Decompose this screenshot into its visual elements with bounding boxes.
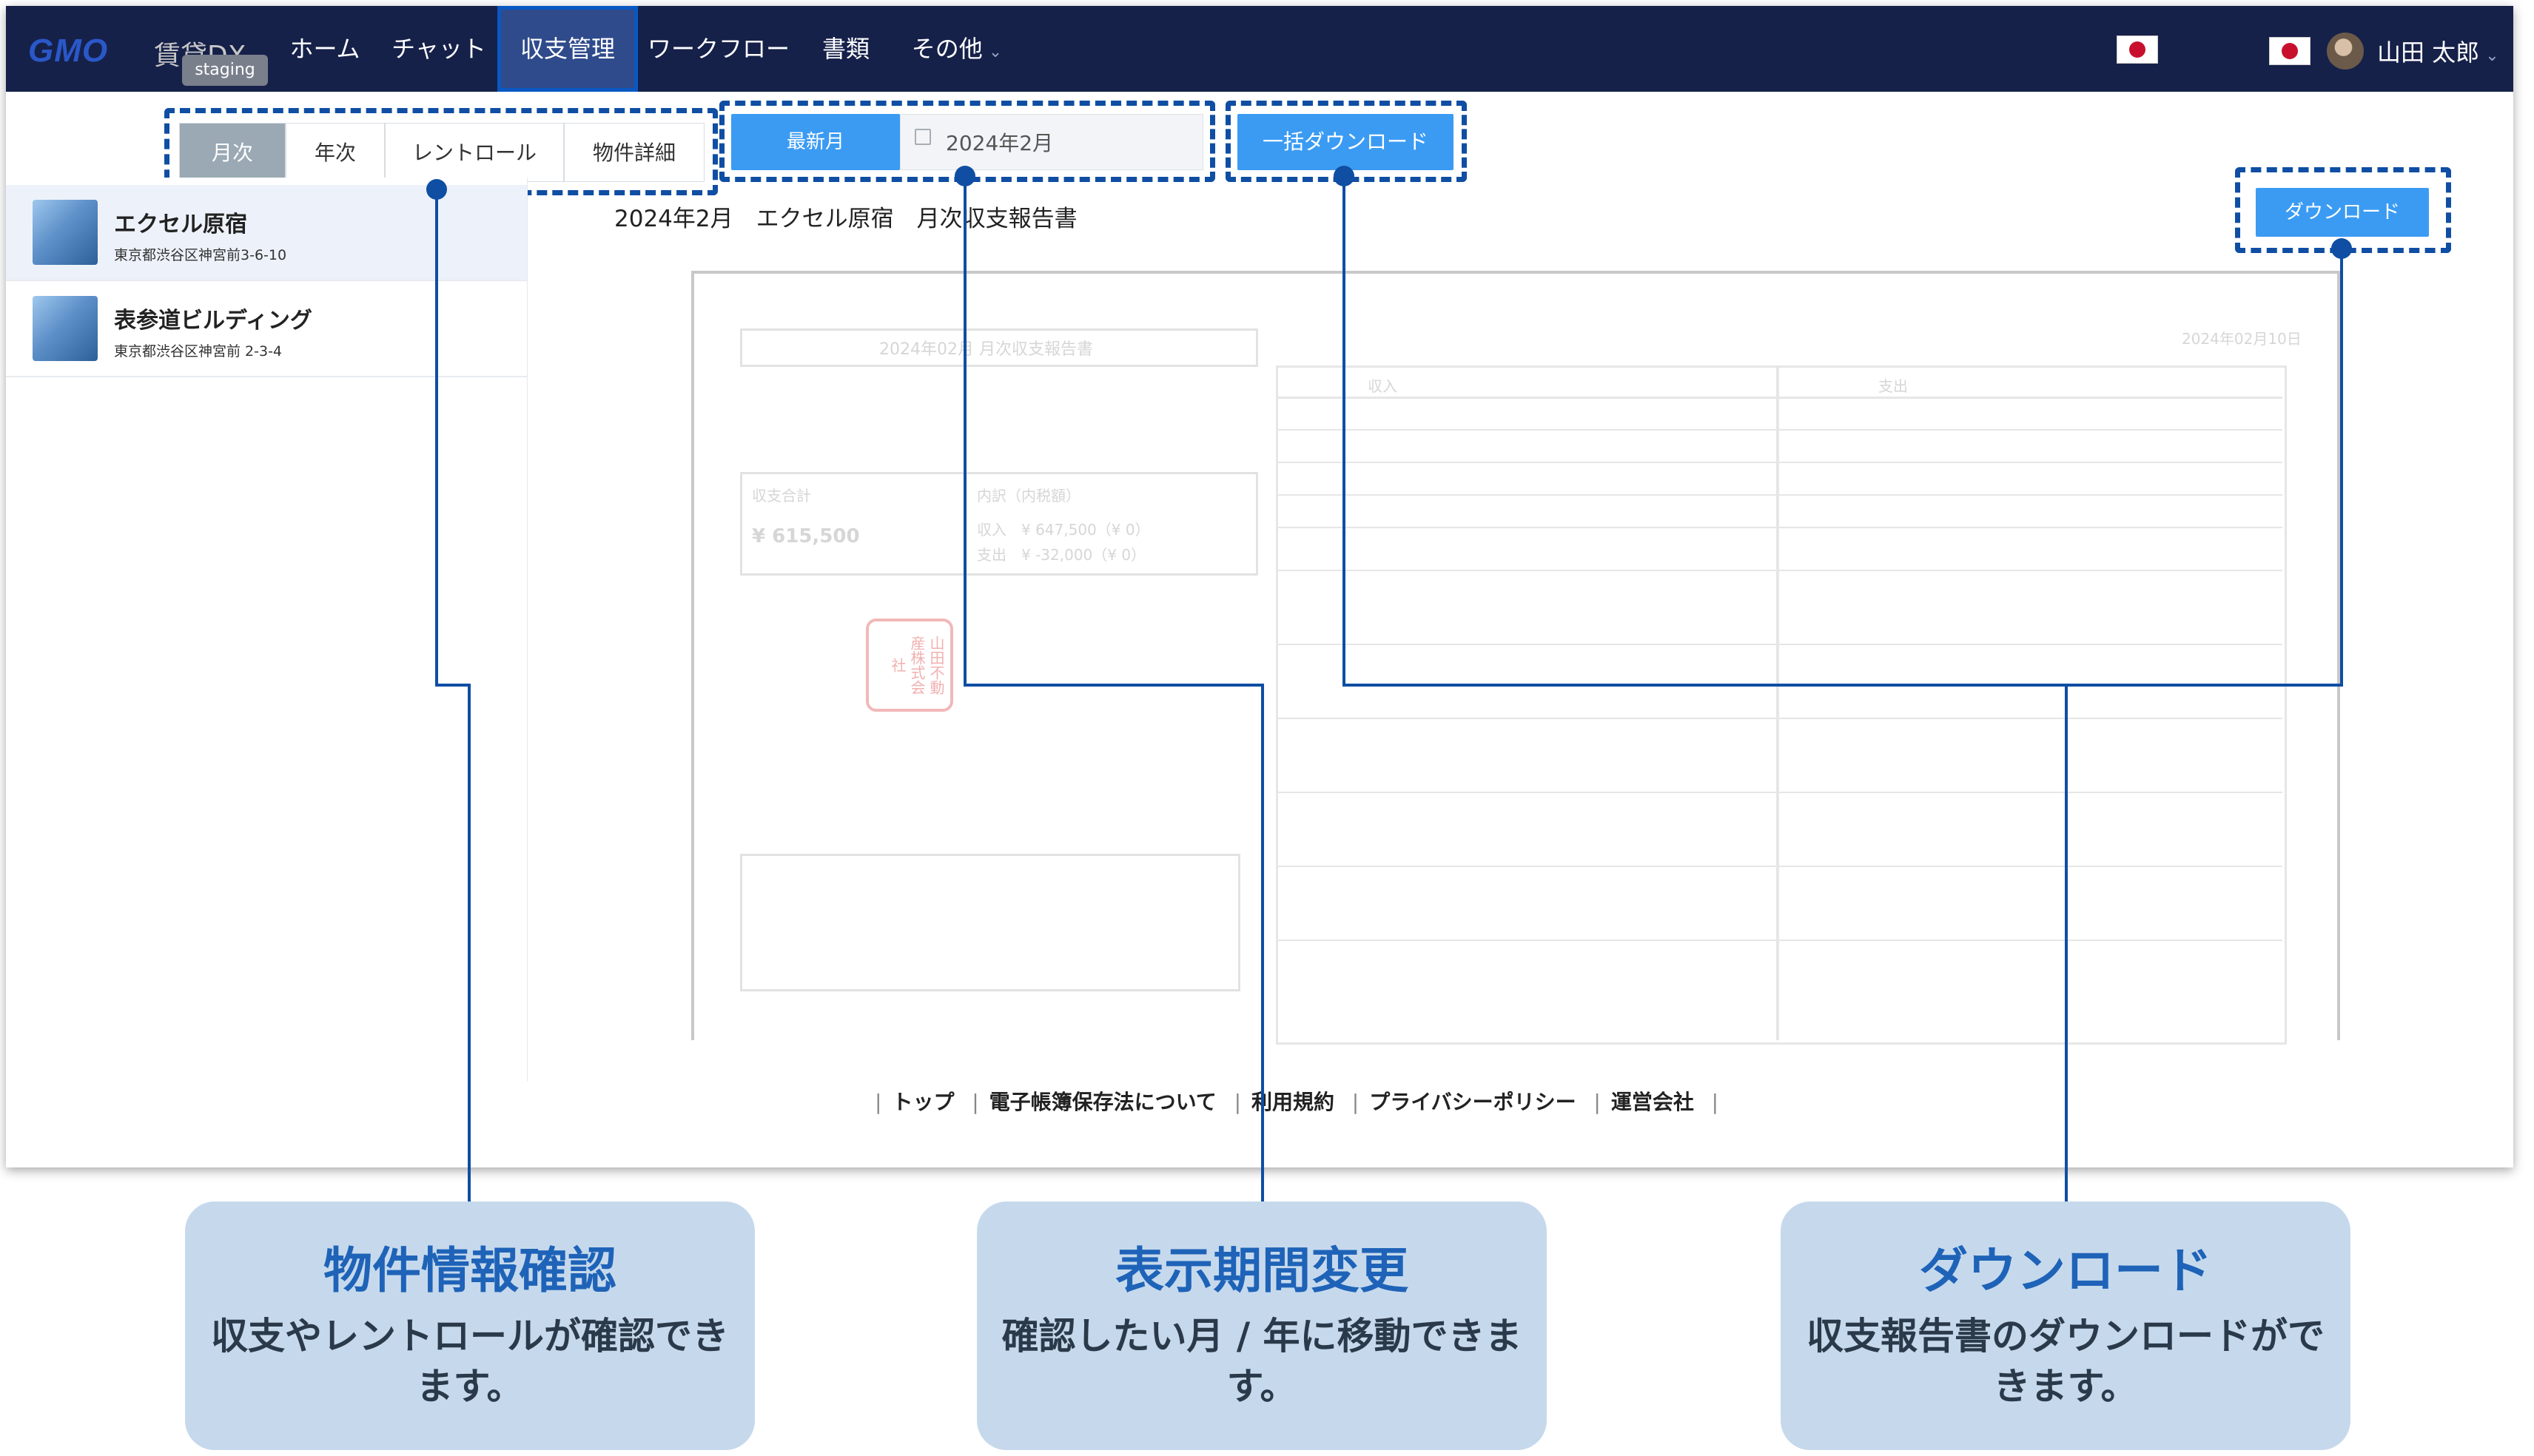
connector-line: [964, 176, 967, 687]
property-address: 東京都渋谷区神宮前3-6-10: [114, 247, 287, 263]
footer-link-top[interactable]: トップ: [892, 1090, 954, 1114]
seal-stamp: 山田不動産株式会社: [866, 619, 953, 712]
footer-link-ebook-law[interactable]: 電子帳簿保存法について: [989, 1090, 1217, 1114]
doc-total-value: ¥ 615,500: [752, 525, 860, 547]
connector-line: [2340, 249, 2343, 687]
doc-table-rule: [1276, 397, 2282, 399]
connector-line: [964, 684, 1264, 687]
connector-line: [435, 189, 438, 685]
footer-links: | トップ | 電子帳簿保存法について | 利用規約 | プライバシーポリシー | 運営会…: [875, 1090, 1719, 1114]
connector-line: [1261, 684, 1264, 1201]
callout-title: 物件情報確認: [323, 1242, 616, 1299]
connector-line: [2068, 684, 2343, 687]
nav-home[interactable]: ホーム: [278, 6, 372, 92]
doc-table-rule: [1276, 429, 2282, 431]
connector-line: [1342, 176, 1345, 687]
logo[interactable]: GMO: [28, 33, 108, 70]
doc-table-rule: [1276, 866, 2282, 867]
doc-income: 収入 ¥ 647,500（¥ 0）: [977, 521, 1150, 539]
doc-heading: 2024年02月 月次収支報告書: [879, 340, 1093, 359]
list-item[interactable]: エクセル原宿 東京都渋谷区神宮前3-6-10: [6, 185, 527, 281]
connector-line: [435, 684, 471, 687]
doc-table-rule: [1276, 718, 2282, 719]
callout-title: 表示期間変更: [1115, 1242, 1408, 1299]
connector-line: [468, 684, 471, 1201]
doc-table-rule: [1276, 792, 2282, 793]
connector-line: [2065, 684, 2068, 1201]
callout-period-change: 表示期間変更 確認したい月 / 年に移動できます。: [977, 1201, 1547, 1450]
callout-property-info: 物件情報確認 収支やレントロールが確認できます。: [185, 1201, 755, 1450]
doc-expense-header: 支出: [1878, 377, 1908, 395]
nav-workflow[interactable]: ワークフロー: [641, 6, 796, 92]
footer-link-privacy[interactable]: プライバシーポリシー: [1369, 1090, 1576, 1114]
report-title: 2024年2月 エクセル原宿 月次収支報告書: [614, 206, 1078, 232]
callout-body: 収支やレントロールが確認できます。: [211, 1315, 729, 1408]
doc-income-header: 収入: [1368, 377, 1397, 395]
list-item[interactable]: 表参道ビルディング 東京都渋谷区神宮前 2-3-4: [6, 281, 527, 377]
nav-more[interactable]: その他 ⌄: [894, 6, 1020, 92]
nav-chat[interactable]: チャット: [383, 6, 494, 92]
doc-date: 2024年02月10日: [2182, 330, 2302, 348]
language-flag-icon[interactable]: [2117, 36, 2158, 64]
callout-body: 収支報告書のダウンロードができます。: [1807, 1315, 2325, 1408]
connector-line: [1342, 684, 2068, 687]
callout-body: 確認したい月 / 年に移動できます。: [1001, 1315, 1522, 1408]
flag-icon[interactable]: [2269, 37, 2310, 65]
callout-title: ダウンロード: [1919, 1242, 2212, 1299]
avatar[interactable]: [2327, 33, 2364, 70]
doc-table: [1276, 365, 2287, 1045]
nav-documents[interactable]: 書類: [805, 6, 887, 92]
chevron-down-icon: ⌄: [2485, 47, 2499, 65]
property-name: エクセル原宿: [114, 212, 247, 237]
doc-table-rule: [1276, 940, 2282, 941]
env-badge: staging: [182, 55, 268, 86]
nav-more-label: その他: [911, 35, 983, 63]
doc-table-rule: [1276, 527, 2282, 528]
doc-breakdown-label: 内訳（内税額）: [977, 487, 1081, 505]
doc-table-rule: [1276, 644, 2282, 645]
chevron-down-icon: ⌄: [988, 43, 1003, 61]
user-menu[interactable]: 山田 太郎 ⌄: [2377, 34, 2499, 68]
property-address: 東京都渋谷区神宮前 2-3-4: [114, 343, 283, 360]
doc-table-rule: [1276, 570, 2282, 571]
callout-download: ダウンロード 収支報告書のダウンロードができます。: [1781, 1201, 2350, 1450]
doc-table-rule: [1276, 494, 2282, 496]
doc-table-divider: [1776, 365, 1779, 1040]
doc-notes-box: [740, 854, 1240, 991]
building-thumbnail: [33, 200, 98, 265]
building-thumbnail: [33, 296, 98, 361]
property-name: 表参道ビルディング: [114, 308, 312, 334]
doc-table-rule: [1276, 462, 2282, 463]
nav-finance[interactable]: 収支管理: [497, 6, 638, 92]
app-window: GMO 賃貸DX staging ホーム チャット 収支管理 ワークフロー 書類…: [6, 6, 2513, 1167]
doc-total-label: 収支合計: [752, 487, 811, 505]
top-navigation: GMO 賃貸DX staging ホーム チャット 収支管理 ワークフロー 書類…: [6, 6, 2513, 92]
property-list: エクセル原宿 東京都渋谷区神宮前3-6-10 表参道ビルディング 東京都渋谷区神…: [6, 178, 528, 1082]
user-name: 山田 太郎: [2377, 38, 2480, 67]
doc-expense: 支出 ¥ -32,000（¥ 0）: [977, 546, 1146, 564]
footer-link-company[interactable]: 運営会社: [1611, 1090, 1694, 1114]
